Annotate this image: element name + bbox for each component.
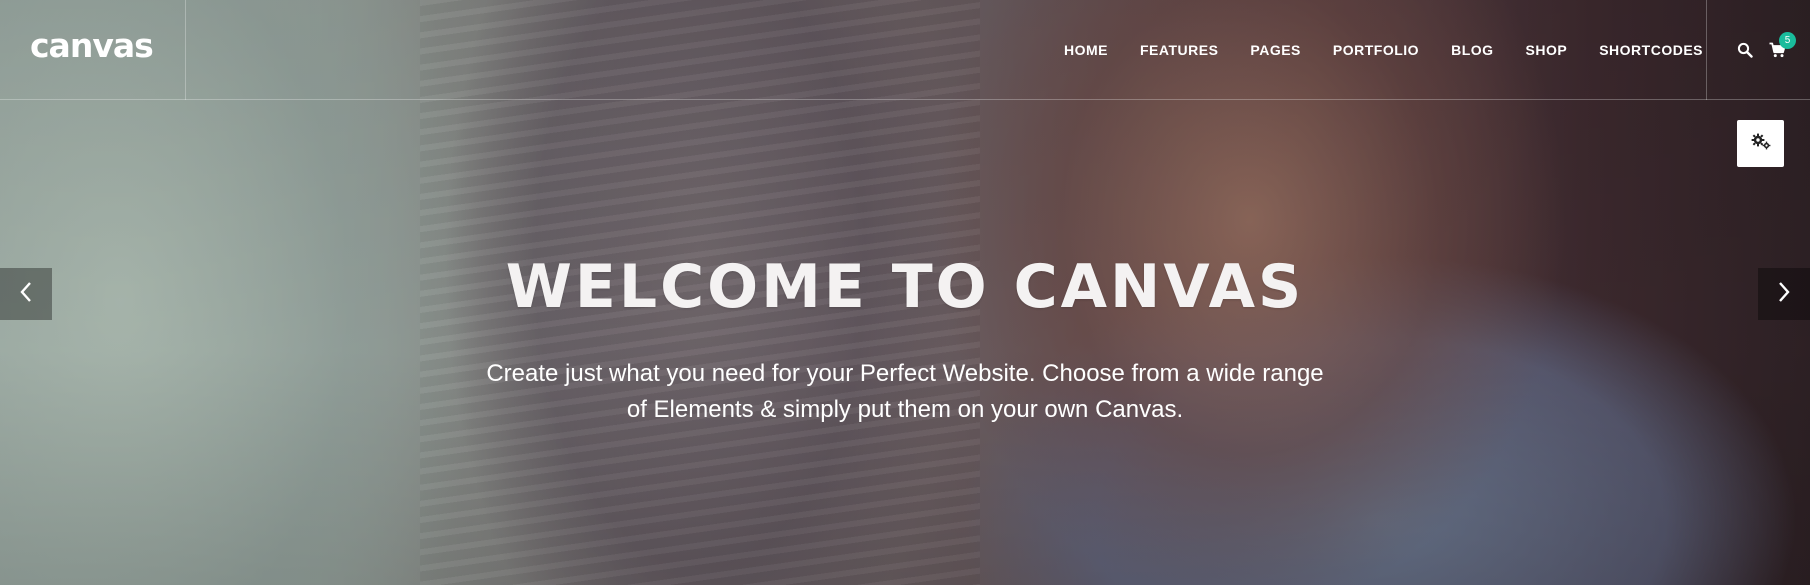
nav-item-home[interactable]: HOME bbox=[1048, 42, 1124, 58]
nav-item-blog[interactable]: BLOG bbox=[1435, 42, 1509, 58]
nav-item-shop[interactable]: SHOP bbox=[1510, 42, 1584, 58]
site-header: canvas HOME FEATURES PAGES PORTFOLIO BLO… bbox=[0, 0, 1810, 100]
chevron-left-icon bbox=[19, 281, 33, 308]
primary-nav: HOME FEATURES PAGES PORTFOLIO BLOG SHOP … bbox=[1048, 0, 1719, 100]
cart-count-badge: 5 bbox=[1779, 32, 1796, 49]
site-logo[interactable]: canvas bbox=[30, 26, 154, 65]
hero-subtitle: Create just what you need for your Perfe… bbox=[455, 356, 1355, 428]
nav-item-portfolio[interactable]: PORTFOLIO bbox=[1317, 42, 1435, 58]
hero-title: WELCOME TO CANVAS bbox=[505, 252, 1305, 322]
header-actions: 5 bbox=[1706, 0, 1810, 100]
gears-icon bbox=[1751, 132, 1771, 155]
nav-item-pages[interactable]: PAGES bbox=[1234, 42, 1316, 58]
nav-item-shortcodes[interactable]: SHORTCODES bbox=[1583, 42, 1719, 58]
nav-item-features[interactable]: FEATURES bbox=[1124, 42, 1234, 58]
search-icon[interactable] bbox=[1737, 42, 1753, 58]
slider-prev-button[interactable] bbox=[0, 268, 52, 320]
logo-container: canvas bbox=[0, 0, 186, 100]
settings-button[interactable] bbox=[1737, 120, 1784, 167]
hero-subtitle-line-2: of Elements & simply put them on your ow… bbox=[626, 396, 1184, 423]
hero-subtitle-line-1: Create just what you need for your Perfe… bbox=[486, 360, 1324, 387]
slider-next-button[interactable] bbox=[1758, 268, 1810, 320]
chevron-right-icon bbox=[1777, 281, 1791, 308]
